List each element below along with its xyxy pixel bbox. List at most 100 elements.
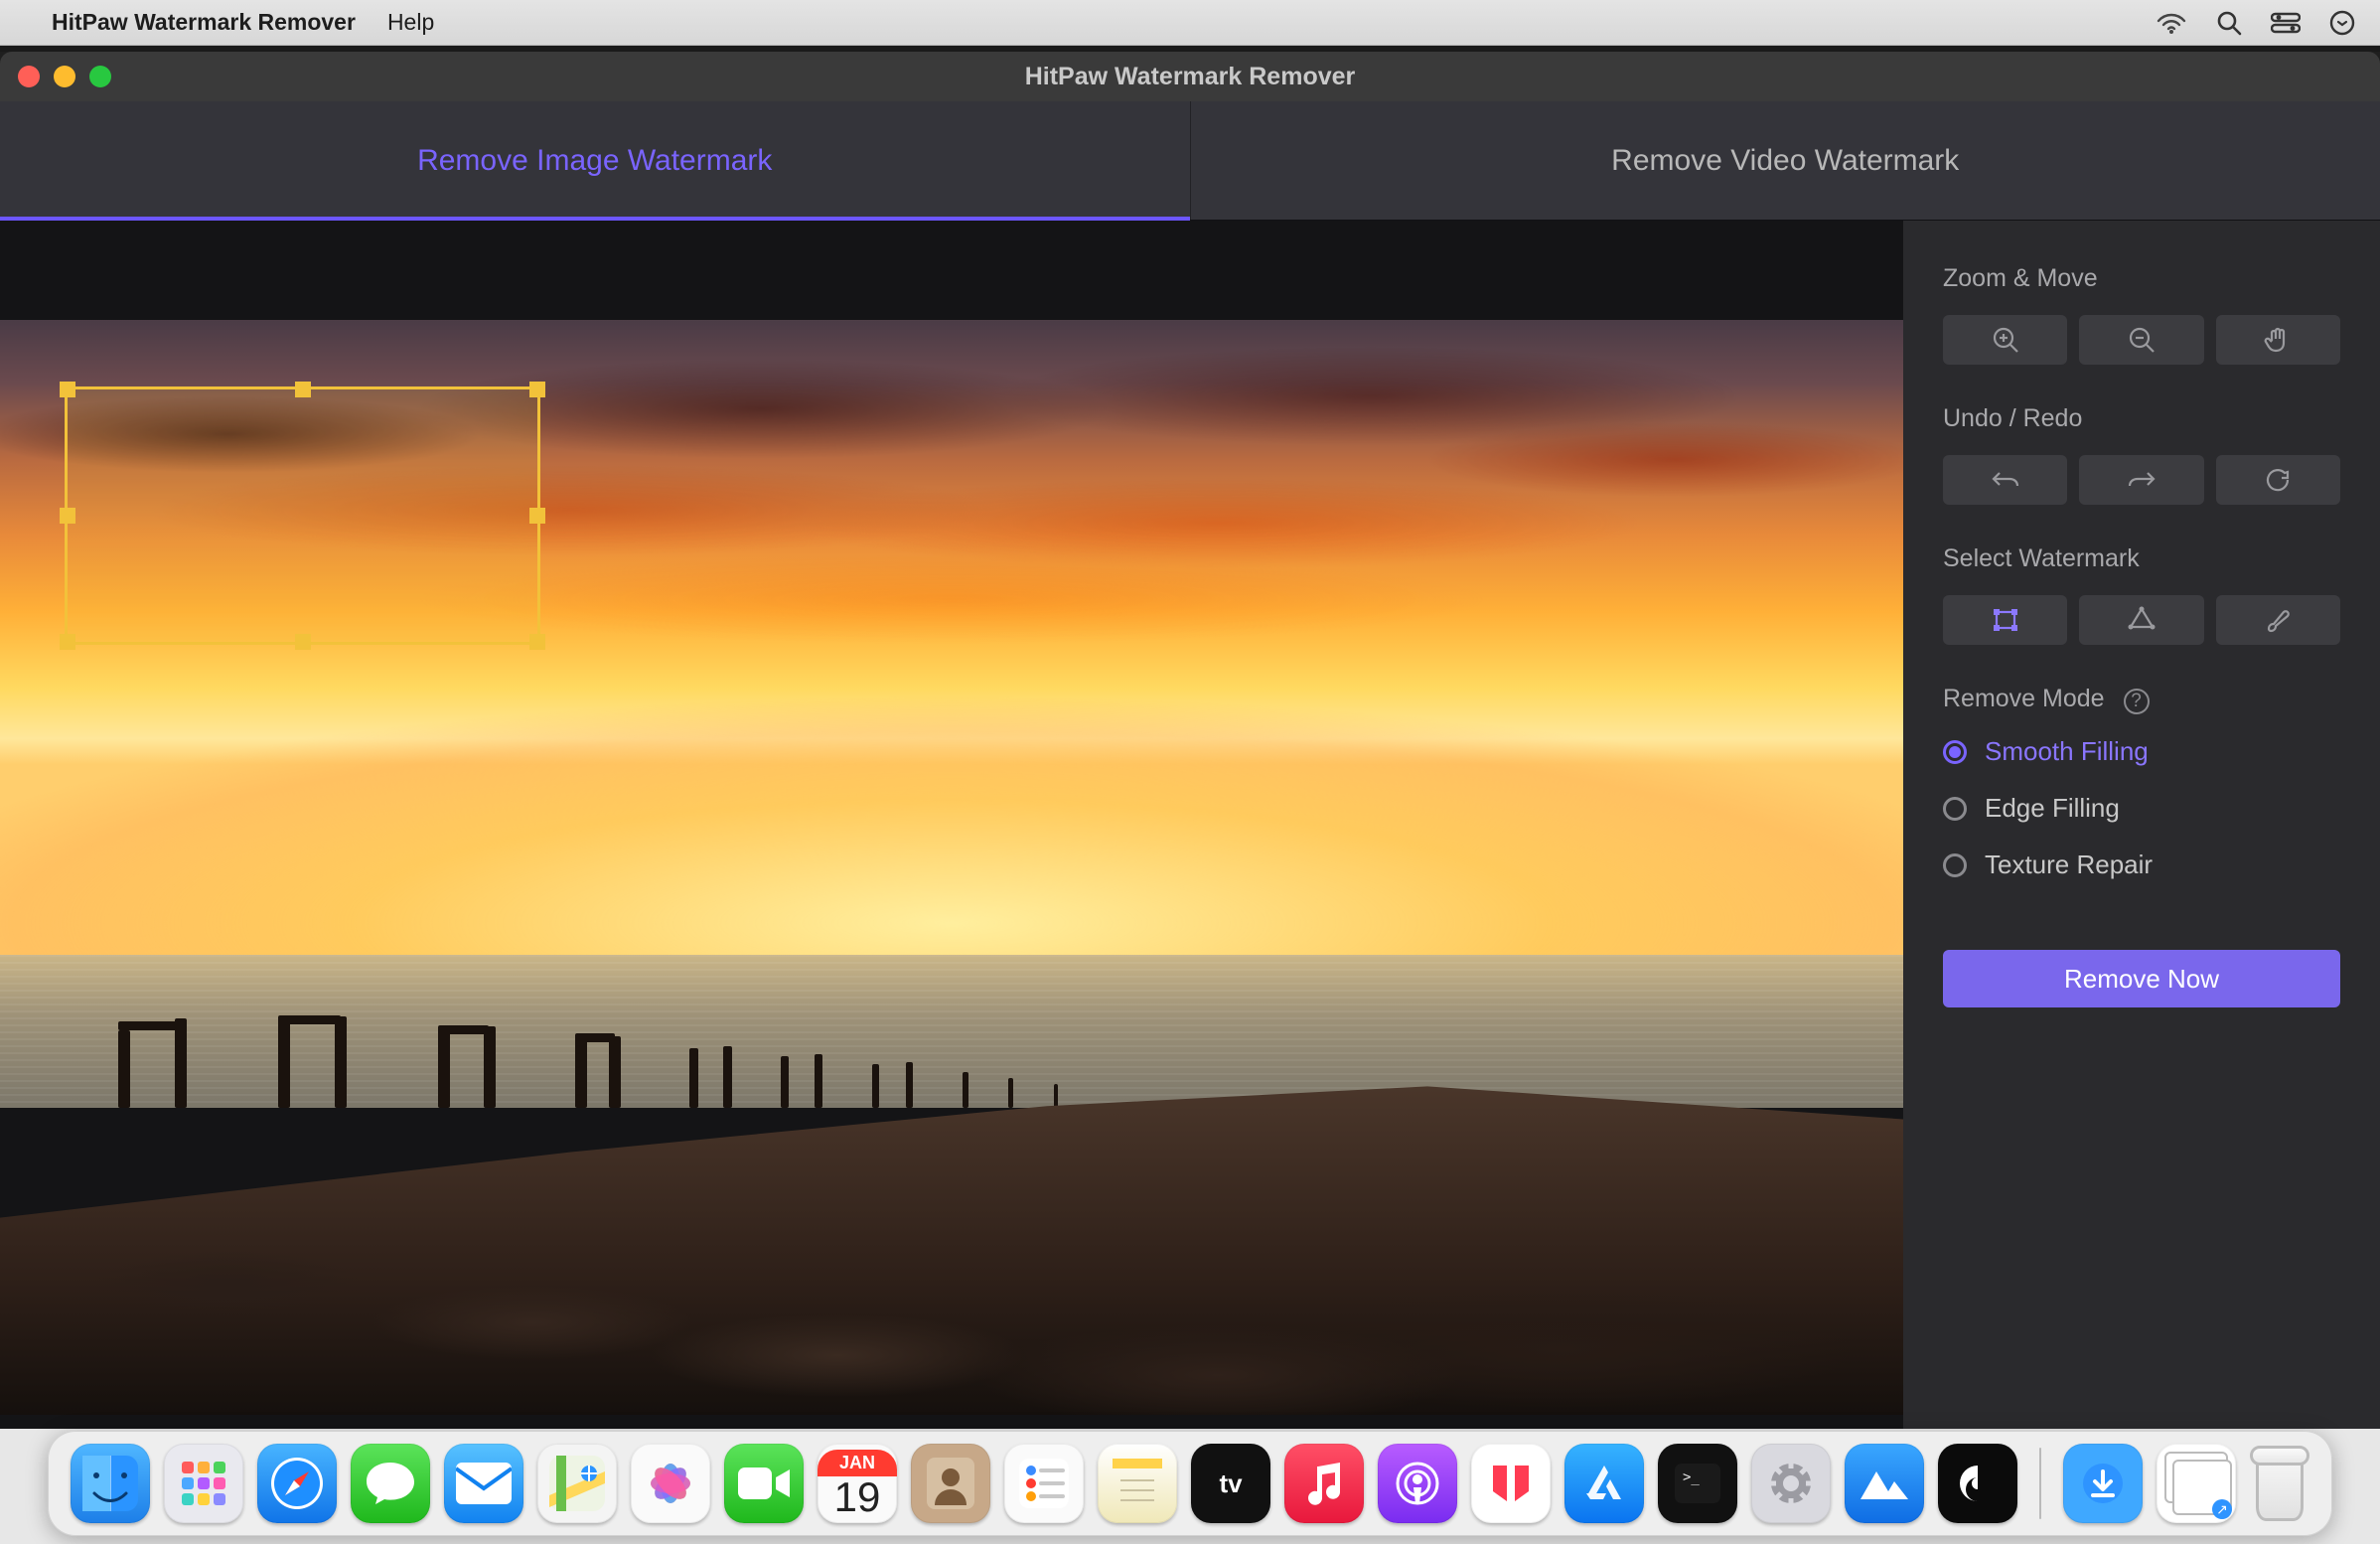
dock-terminal[interactable]: >_	[1658, 1444, 1737, 1523]
radio-smooth-filling-label: Smooth Filling	[1985, 736, 2149, 767]
radio-texture-repair-label: Texture Repair	[1985, 849, 2153, 880]
spotlight-icon[interactable]	[2215, 9, 2243, 37]
side-panel: Zoom & Move Undo / Redo	[1903, 221, 2380, 1544]
radio-indicator	[1943, 797, 1967, 821]
terminal-icon: >_	[1675, 1464, 1720, 1503]
launchpad-icon	[178, 1458, 229, 1509]
dock-music[interactable]	[1284, 1444, 1364, 1523]
window-title: HitPaw Watermark Remover	[0, 63, 2380, 91]
remove-mode-radio-group: Smooth Filling Edge Filling Texture Repa…	[1943, 736, 2340, 880]
contacts-icon	[927, 1458, 974, 1509]
resize-handle-bottom-mid[interactable]	[295, 634, 311, 650]
menubar-app-name[interactable]: HitPaw Watermark Remover	[52, 9, 356, 36]
resize-handle-top-right[interactable]	[529, 382, 545, 397]
dock-downloads[interactable]	[2063, 1444, 2143, 1523]
dock-launchpad[interactable]	[164, 1444, 243, 1523]
remove-mode-label: Remove Mode ?	[1943, 685, 2340, 714]
dock-maps[interactable]	[537, 1444, 617, 1523]
dock-area: JAN 19 tv >_	[0, 1429, 2380, 1544]
dock-photos[interactable]	[631, 1444, 710, 1523]
dock-messages[interactable]	[351, 1444, 430, 1523]
dock-finder[interactable]	[71, 1444, 150, 1523]
remove-mode-label-text: Remove Mode	[1943, 685, 2105, 712]
remove-mode-help-icon[interactable]: ?	[2124, 689, 2150, 714]
wifi-icon[interactable]	[2156, 11, 2187, 35]
resize-handle-bottom-left[interactable]	[60, 634, 75, 650]
music-icon	[1304, 1461, 1344, 1506]
resize-handle-top-left[interactable]	[60, 382, 75, 397]
dock-app-generic-dark[interactable]	[1938, 1444, 2017, 1523]
photos-icon	[643, 1456, 698, 1511]
dock-facetime[interactable]	[724, 1444, 804, 1523]
downloads-icon	[2081, 1462, 2125, 1505]
messages-icon	[364, 1459, 417, 1508]
dock-notes[interactable]	[1098, 1444, 1177, 1523]
tab-remove-image-watermark[interactable]: Remove Image Watermark	[0, 101, 1191, 220]
safari-icon	[267, 1454, 327, 1513]
podcasts-icon	[1394, 1460, 1441, 1507]
main-area: Zoom & Move Undo / Redo	[0, 221, 2380, 1544]
remove-now-button[interactable]: Remove Now	[1943, 950, 2340, 1007]
tab-remove-image-watermark-label: Remove Image Watermark	[417, 144, 772, 178]
dock-mail[interactable]	[444, 1444, 523, 1523]
rectangle-select-icon	[1991, 605, 2020, 635]
dock-appletv[interactable]: tv	[1191, 1444, 1270, 1523]
tab-remove-video-watermark[interactable]: Remove Video Watermark	[1191, 101, 2380, 220]
dock-trash[interactable]	[2250, 1446, 2309, 1521]
resize-handle-top-mid[interactable]	[295, 382, 311, 397]
remove-now-label: Remove Now	[2064, 964, 2219, 994]
brush-icon	[2263, 605, 2293, 635]
close-window-button[interactable]	[18, 66, 40, 87]
radio-texture-repair[interactable]: Texture Repair	[1943, 849, 2340, 880]
calendar-month-label: JAN	[818, 1450, 897, 1476]
image-canvas[interactable]	[0, 250, 1903, 1484]
dock-contacts[interactable]	[911, 1444, 990, 1523]
minimize-window-button[interactable]	[54, 66, 75, 87]
finder-icon	[82, 1456, 138, 1511]
fullscreen-window-button[interactable]	[89, 66, 111, 87]
hand-icon	[2263, 325, 2293, 355]
dock-news[interactable]	[1471, 1444, 1551, 1523]
radio-edge-filling[interactable]: Edge Filling	[1943, 793, 2340, 824]
resize-handle-mid-right[interactable]	[529, 508, 545, 524]
control-center-icon[interactable]	[2271, 12, 2301, 34]
zoom-in-button[interactable]	[1943, 315, 2067, 365]
dock-reminders[interactable]	[1004, 1444, 1084, 1523]
select-watermark-section: Select Watermark	[1943, 544, 2340, 645]
dock-divider	[2039, 1448, 2041, 1519]
dock-appstore[interactable]	[1564, 1444, 1644, 1523]
canvas-area[interactable]	[0, 221, 1903, 1544]
undo-redo-label: Undo / Redo	[1943, 404, 2340, 433]
watermark-selection-rect[interactable]	[65, 386, 540, 646]
zoom-move-section: Zoom & Move	[1943, 264, 2340, 365]
mountains-icon	[1859, 1464, 1910, 1503]
select-brush-tool[interactable]	[2216, 595, 2340, 645]
dock-system-settings[interactable]	[1751, 1444, 1831, 1523]
undo-icon	[1990, 467, 2021, 493]
resize-handle-mid-left[interactable]	[60, 508, 75, 524]
pan-hand-button[interactable]	[2216, 315, 2340, 365]
select-rectangle-tool[interactable]	[1943, 595, 2067, 645]
radio-smooth-filling[interactable]: Smooth Filling	[1943, 736, 2340, 767]
remove-mode-section: Remove Mode ? Smooth Filling Edge Fillin…	[1943, 685, 2340, 880]
radio-indicator	[1943, 740, 1967, 764]
news-icon	[1489, 1462, 1533, 1505]
dock-stack[interactable]: ↗	[2157, 1444, 2236, 1523]
dock-safari[interactable]	[257, 1444, 337, 1523]
undo-button[interactable]	[1943, 455, 2067, 505]
settings-icon	[1766, 1459, 1816, 1508]
facetime-icon	[736, 1464, 792, 1503]
dock-calendar[interactable]: JAN 19	[818, 1444, 897, 1523]
dock-app-generic-blue[interactable]	[1845, 1444, 1924, 1523]
clock-icon[interactable]	[2328, 9, 2356, 37]
resize-handle-bottom-right[interactable]	[529, 634, 545, 650]
notes-icon	[1113, 1459, 1162, 1508]
tab-remove-video-watermark-label: Remove Video Watermark	[1611, 144, 1959, 178]
select-polygon-tool[interactable]	[2079, 595, 2203, 645]
reset-button[interactable]	[2216, 455, 2340, 505]
dock-podcasts[interactable]	[1378, 1444, 1457, 1523]
redo-icon	[2126, 467, 2157, 493]
menubar-help[interactable]: Help	[387, 9, 434, 36]
zoom-out-button[interactable]	[2079, 315, 2203, 365]
redo-button[interactable]	[2079, 455, 2203, 505]
